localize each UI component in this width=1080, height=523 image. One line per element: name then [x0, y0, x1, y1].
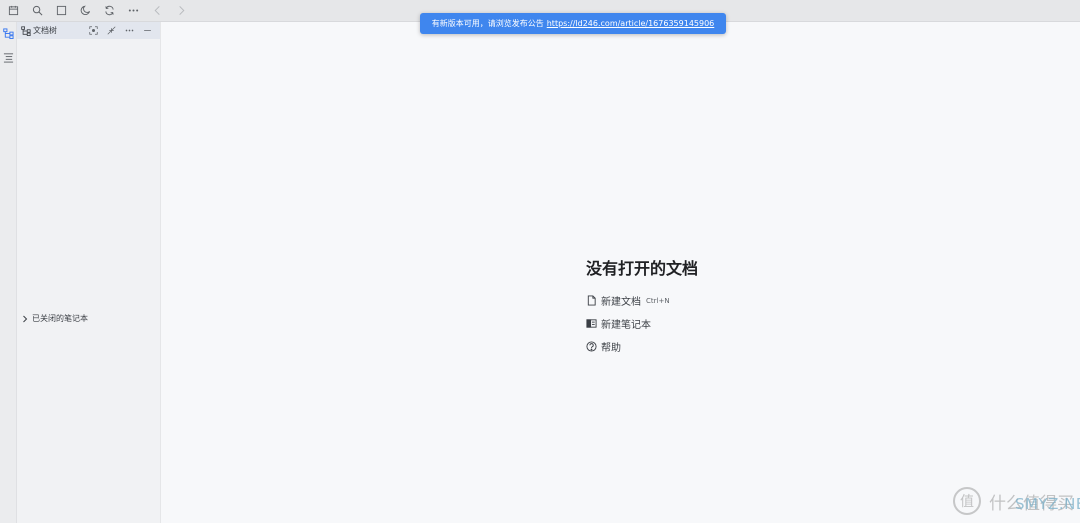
dock-outline[interactable]	[0, 47, 17, 67]
dock-file-tree[interactable]	[0, 23, 17, 43]
editor-area: 没有打开的文档 新建文档 Ctrl+N 新建笔记本 帮助	[161, 22, 1080, 523]
left-dock	[0, 22, 17, 523]
release-notes-link[interactable]: https://ld246.com/article/1676359145906	[547, 19, 715, 28]
file-tree-icon	[21, 25, 31, 36]
new-document-label: 新建文档	[601, 297, 641, 308]
calendar-icon[interactable]	[2, 0, 24, 22]
more-icon[interactable]	[120, 22, 138, 39]
notification-text: 有新版本可用，请浏览发布公告	[431, 19, 544, 28]
app-window: 文档树 已关闭的笔记本 没有打开的文档 新建文档 Ctrl+N 新建笔记本 帮助…	[0, 0, 1080, 523]
file-icon	[586, 295, 597, 306]
new-notebook-label: 新建笔记本	[601, 320, 651, 331]
closed-notebooks-label: 已关闭的笔记本	[32, 314, 88, 323]
file-tree-header: 文档树	[17, 22, 160, 39]
collapse-icon[interactable]	[102, 22, 120, 39]
empty-state: 没有打开的文档 新建文档 Ctrl+N 新建笔记本 帮助	[586, 255, 698, 358]
new-document-hotkey: Ctrl+N	[646, 296, 670, 305]
forward-icon[interactable]	[170, 0, 192, 22]
sync-icon[interactable]	[98, 0, 120, 22]
help-icon	[586, 341, 597, 352]
more-icon[interactable]	[122, 0, 144, 22]
back-icon[interactable]	[146, 0, 168, 22]
focus-icon[interactable]	[84, 22, 102, 39]
watermark-text: 什么值得买 SMYZ.NET	[989, 489, 1080, 514]
square-icon[interactable]	[50, 0, 72, 22]
file-tree-icon	[3, 27, 14, 39]
new-notebook-button[interactable]: 新建笔记本	[586, 312, 698, 335]
moon-icon[interactable]	[74, 0, 96, 22]
file-tree-title: 文档树	[33, 26, 57, 35]
closed-notebooks-toggle[interactable]: 已关闭的笔记本	[21, 313, 88, 324]
empty-title: 没有打开的文档	[586, 259, 699, 278]
watermark: 值 什么值得买 SMYZ.NET	[953, 487, 1080, 515]
search-icon[interactable]	[26, 0, 48, 22]
watermark-sub: SMYZ.NET	[1015, 494, 1080, 513]
outline-icon	[3, 52, 14, 63]
watermark-logo-icon: 值	[953, 487, 981, 515]
chevron-right-icon	[21, 315, 29, 323]
help-label: 帮助	[601, 343, 621, 354]
update-notification[interactable]: 有新版本可用，请浏览发布公告 https://ld246.com/article…	[420, 13, 726, 34]
new-document-button[interactable]: 新建文档 Ctrl+N	[586, 289, 698, 312]
file-tree-panel: 文档树 已关闭的笔记本	[17, 22, 161, 523]
minimize-icon[interactable]	[138, 22, 156, 39]
notebook-icon	[586, 318, 597, 329]
help-button[interactable]: 帮助	[586, 335, 698, 358]
